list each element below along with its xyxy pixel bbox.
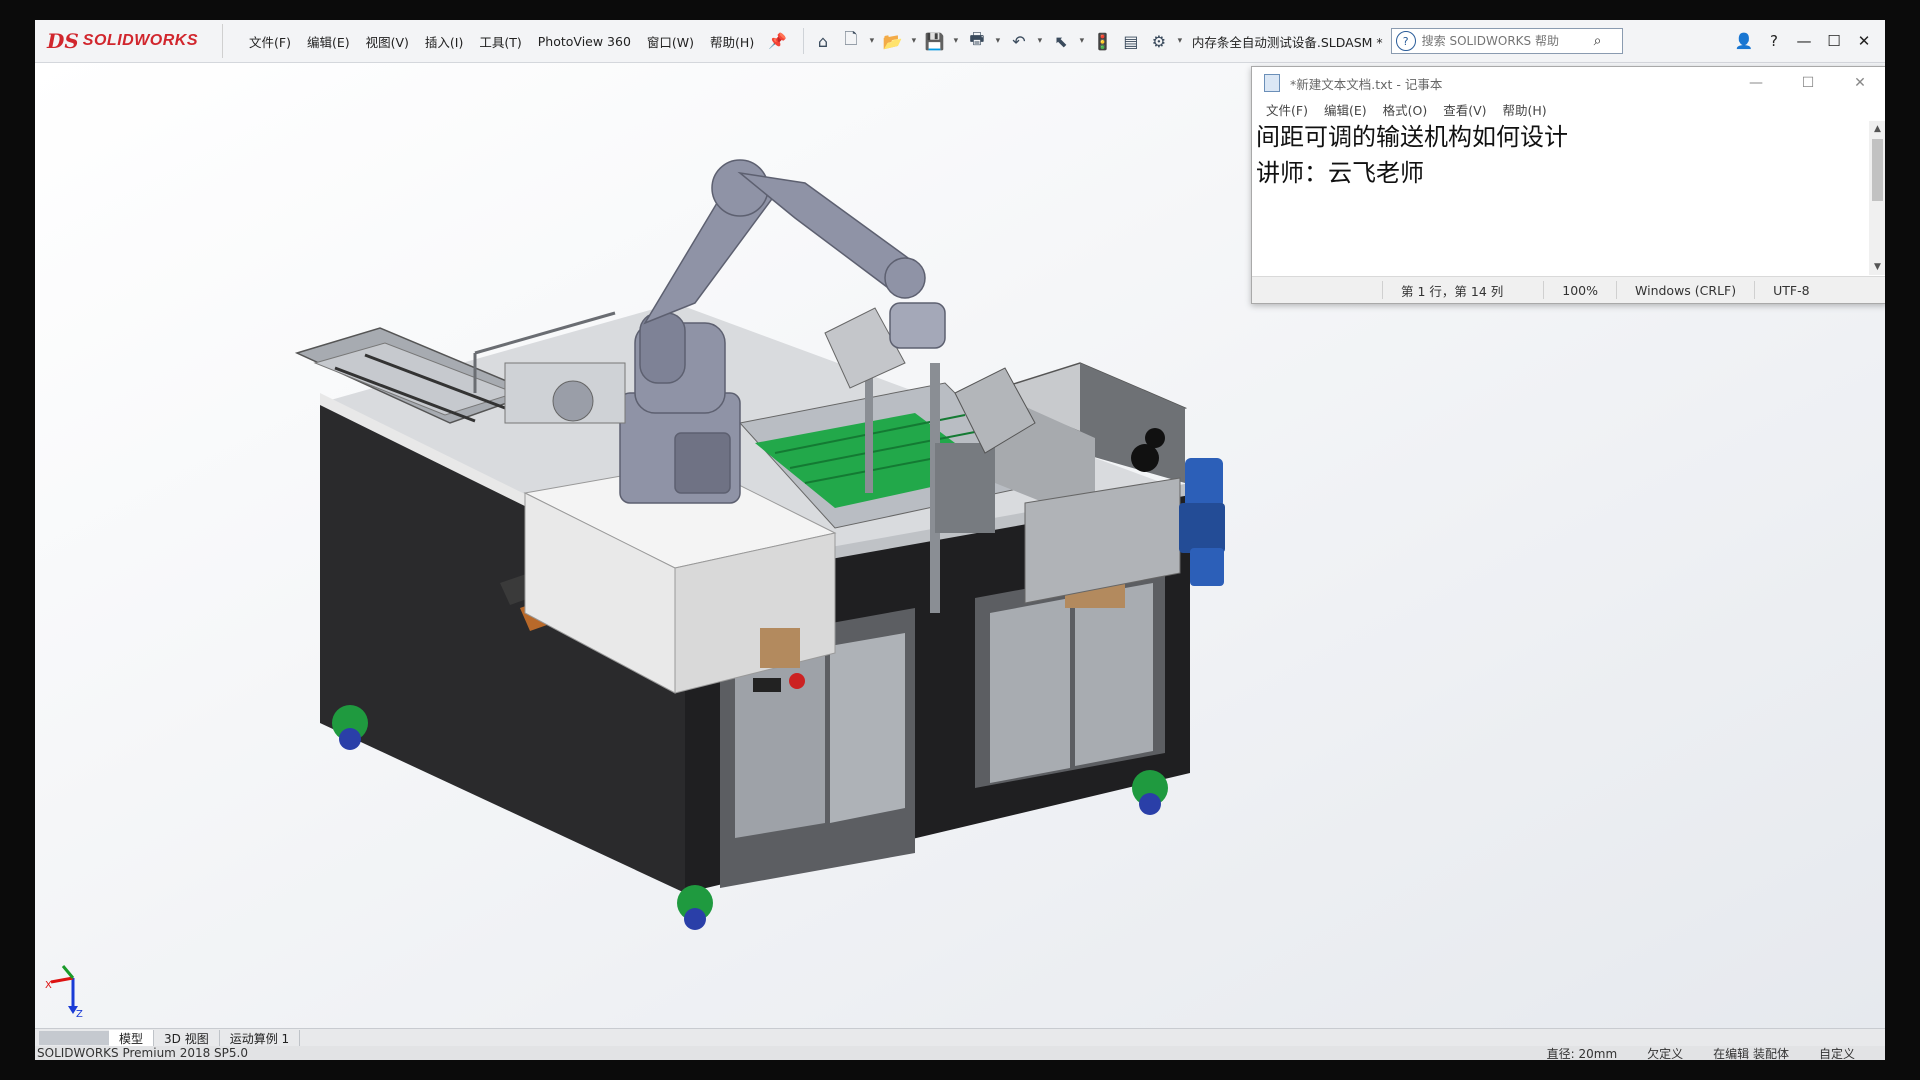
menu-help[interactable]: 帮助(H) bbox=[702, 28, 762, 55]
line-ending: Windows (CRLF) bbox=[1616, 281, 1754, 299]
scroll-thumb[interactable] bbox=[1872, 139, 1883, 201]
status-dimension: 直径: 20mm bbox=[1546, 1046, 1618, 1061]
notepad-title: *新建文本文档.txt - 记事本 bbox=[1290, 76, 1443, 92]
new-dropdown-icon[interactable]: ▾ bbox=[866, 28, 878, 54]
status-bar: SOLIDWORKS Premium 2018 SP5.0 直径: 20mm 欠… bbox=[35, 1046, 1885, 1060]
notepad-icon bbox=[1264, 74, 1280, 92]
traffic-light-icon[interactable]: 🚦 bbox=[1090, 28, 1116, 54]
notepad-menu-edit[interactable]: 编辑(E) bbox=[1316, 100, 1375, 119]
help-search-box[interactable]: ? ⌕ bbox=[1390, 28, 1623, 54]
select-dropdown-icon[interactable]: ▾ bbox=[1076, 28, 1088, 54]
menu-window[interactable]: 窗口(W) bbox=[639, 28, 702, 55]
menu-tools[interactable]: 工具(T) bbox=[471, 28, 529, 55]
notepad-title-bar[interactable]: *新建文本文档.txt - 记事本 — ☐ ✕ bbox=[1252, 67, 1885, 99]
logo-text: SOLIDWORKS bbox=[82, 32, 199, 49]
notepad-window-controls: — ☐ ✕ bbox=[1730, 67, 1885, 99]
notepad-line: 讲师：云飞老师 bbox=[1256, 159, 1424, 187]
status-units[interactable]: 自定义 bbox=[1819, 1045, 1855, 1061]
help-question-icon: ? bbox=[1395, 31, 1416, 51]
help-search-input[interactable] bbox=[1419, 33, 1594, 49]
gear-icon[interactable]: ⚙ bbox=[1146, 28, 1172, 54]
status-editing: 在编辑 装配体 bbox=[1713, 1046, 1789, 1061]
notepad-maximize-icon[interactable]: ☐ bbox=[1782, 67, 1834, 99]
notepad-menu: 文件(F) 编辑(E) 格式(O) 查看(V) 帮助(H) bbox=[1252, 99, 1885, 119]
notepad-minimize-icon[interactable]: — bbox=[1730, 67, 1782, 99]
encoding: UTF-8 bbox=[1754, 281, 1827, 299]
new-document-icon[interactable]: 🗋 bbox=[838, 28, 864, 54]
app-window: DS SOLIDWORKS 文件(F) 编辑(E) 视图(V) 插入(I) 工具… bbox=[35, 20, 1885, 1060]
menu-view[interactable]: 视图(V) bbox=[358, 28, 417, 55]
triad-x-label: X bbox=[45, 980, 52, 991]
title-bar: DS SOLIDWORKS 文件(F) 编辑(E) 视图(V) 插入(I) 工具… bbox=[35, 20, 1885, 63]
notepad-status-bar: 第 1 行，第 14 列 100% Windows (CRLF) UTF-8 bbox=[1252, 276, 1885, 303]
menu-photoview[interactable]: PhotoView 360 bbox=[530, 30, 639, 53]
ds-logo-mark: DS bbox=[47, 29, 79, 53]
notepad-menu-view[interactable]: 查看(V) bbox=[1435, 100, 1494, 119]
product-version: SOLIDWORKS Premium 2018 SP5.0 bbox=[37, 1046, 248, 1060]
open-dropdown-icon[interactable]: ▾ bbox=[908, 28, 920, 54]
solidworks-logo[interactable]: DS SOLIDWORKS bbox=[47, 24, 223, 58]
notepad-line: 间距可调的输送机构如何设计 bbox=[1256, 123, 1568, 151]
quick-toolbar: ⌂ 🗋 ▾ 📂 ▾ 💾 ▾ 🖶 ▾ ↶ ▾ ⬉ ▾ 🚦 ▤ ⚙ ▾ bbox=[810, 28, 1186, 54]
search-icon[interactable]: ⌕ bbox=[1594, 33, 1602, 49]
menu-insert[interactable]: 插入(I) bbox=[417, 28, 471, 55]
tab-3d-view[interactable]: 3D 视图 bbox=[154, 1029, 220, 1047]
triad-z-label: Z bbox=[76, 1009, 83, 1018]
pin-icon[interactable]: 📌 bbox=[768, 32, 787, 50]
menu-edit[interactable]: 编辑(E) bbox=[299, 28, 358, 55]
tab-scroll-arrows[interactable] bbox=[39, 1031, 109, 1045]
notepad-scrollbar[interactable]: ▲ ▼ bbox=[1869, 121, 1885, 275]
menu-file[interactable]: 文件(F) bbox=[241, 28, 299, 55]
save-icon[interactable]: 💾 bbox=[922, 28, 948, 54]
options-dropdown-icon[interactable]: ▾ bbox=[1174, 28, 1186, 54]
window-controls: 👤 ? — ☐ ✕ bbox=[1729, 28, 1879, 54]
open-folder-icon[interactable]: 📂 bbox=[880, 28, 906, 54]
notepad-close-icon[interactable]: ✕ bbox=[1834, 67, 1885, 99]
scroll-down-icon[interactable]: ▼ bbox=[1869, 259, 1885, 275]
print-dropdown-icon[interactable]: ▾ bbox=[992, 28, 1004, 54]
file-properties-icon[interactable]: ▤ bbox=[1118, 28, 1144, 54]
notepad-menu-format[interactable]: 格式(O) bbox=[1375, 100, 1436, 119]
tab-model[interactable]: 模型 bbox=[109, 1029, 155, 1047]
undo-dropdown-icon[interactable]: ▾ bbox=[1034, 28, 1046, 54]
notepad-text-area[interactable]: 间距可调的输送机构如何设计 讲师：云飞老师 bbox=[1252, 121, 1868, 275]
notepad-menu-file[interactable]: 文件(F) bbox=[1258, 100, 1316, 119]
maximize-icon[interactable]: ☐ bbox=[1819, 28, 1849, 54]
notepad-menu-help[interactable]: 帮助(H) bbox=[1495, 100, 1555, 119]
zoom-level: 100% bbox=[1543, 281, 1616, 299]
status-items: 直径: 20mm 欠定义 在编辑 装配体 自定义 bbox=[1547, 1045, 1855, 1061]
coordinate-triad: X Z bbox=[45, 965, 83, 1018]
user-icon[interactable]: 👤 bbox=[1729, 28, 1759, 54]
notepad-window[interactable]: *新建文本文档.txt - 记事本 — ☐ ✕ 文件(F) 编辑(E) 格式(O… bbox=[1251, 66, 1885, 304]
close-icon[interactable]: ✕ bbox=[1849, 28, 1879, 54]
triad-x-axis bbox=[50, 976, 74, 984]
minimize-icon[interactable]: — bbox=[1789, 28, 1819, 54]
status-definition: 欠定义 bbox=[1647, 1046, 1684, 1061]
home-icon[interactable]: ⌂ bbox=[810, 28, 836, 54]
undo-icon[interactable]: ↶ bbox=[1006, 28, 1032, 54]
select-cursor-icon[interactable]: ⬉ bbox=[1048, 28, 1074, 54]
triad-y-axis bbox=[61, 965, 75, 979]
document-title: 内存条全自动测试设备.SLDASM * bbox=[1191, 34, 1383, 50]
cursor-position: 第 1 行，第 14 列 bbox=[1382, 281, 1543, 299]
main-menu: 文件(F) 编辑(E) 视图(V) 插入(I) 工具(T) PhotoView … bbox=[241, 28, 762, 55]
scroll-up-icon[interactable]: ▲ bbox=[1869, 121, 1885, 137]
help-icon[interactable]: ? bbox=[1759, 28, 1789, 54]
print-icon[interactable]: 🖶 bbox=[964, 28, 990, 54]
save-dropdown-icon[interactable]: ▾ bbox=[950, 28, 962, 54]
tab-motion-study[interactable]: 运动算例 1 bbox=[220, 1029, 301, 1047]
toolbar-divider bbox=[802, 28, 804, 54]
